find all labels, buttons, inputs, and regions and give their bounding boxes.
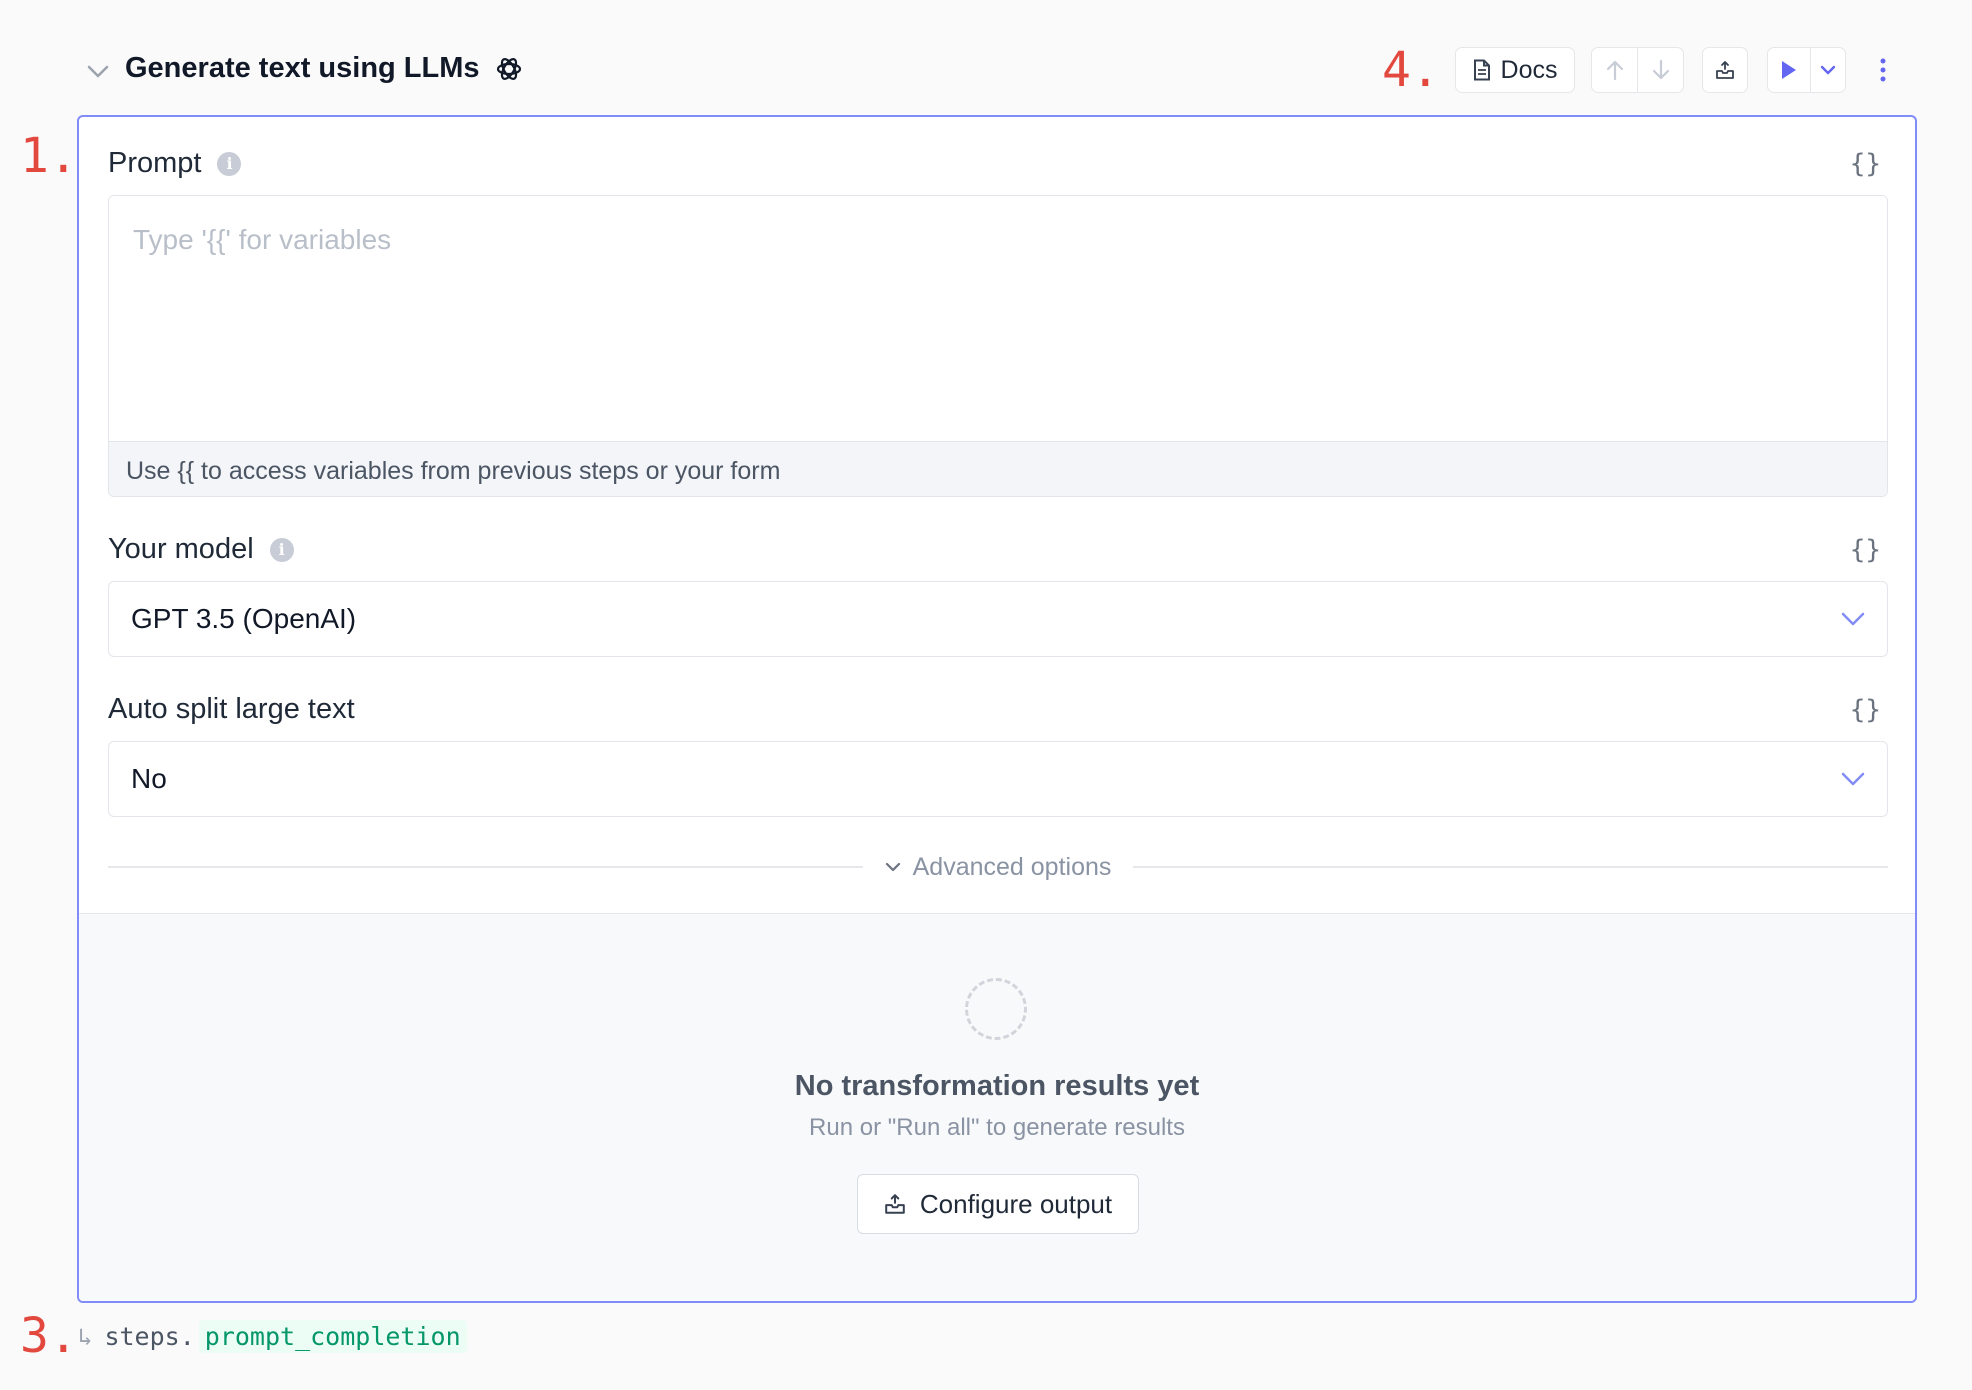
info-icon[interactable]: i (217, 151, 242, 176)
run-step-group (1767, 47, 1846, 93)
play-icon (1782, 61, 1797, 79)
advanced-options-row: Advanced options (108, 851, 1889, 883)
arrow-up-icon (1606, 60, 1623, 81)
step-title: Generate text using LLMs (125, 52, 480, 84)
export-output-button[interactable] (1702, 47, 1748, 93)
chevron-down-icon (87, 65, 109, 78)
docs-button[interactable]: Docs (1455, 47, 1575, 93)
move-up-button[interactable] (1592, 48, 1637, 92)
chevron-down-icon (1820, 65, 1836, 75)
auto-split-selected-value: No (131, 763, 167, 794)
results-panel: No transformation results yet Run or "Ru… (79, 913, 1915, 1301)
annotation-1: 1. (20, 128, 78, 184)
kebab-menu-icon (1880, 58, 1886, 82)
export-tray-icon (1716, 61, 1734, 79)
model-select[interactable]: GPT 3.5 (OpenAI) (108, 581, 1888, 657)
annotation-4: 4. (1382, 42, 1440, 98)
arrow-down-icon (1652, 59, 1669, 80)
auto-split-select[interactable]: No (108, 741, 1888, 817)
advanced-options-label: Advanced options (912, 852, 1112, 881)
model-selected-value: GPT 3.5 (OpenAI) (131, 603, 357, 634)
advanced-options-toggle[interactable]: Advanced options (863, 853, 1134, 882)
auto-split-variables-button[interactable]: {} (1850, 695, 1881, 725)
configure-output-label: Configure output (919, 1188, 1113, 1219)
prompt-editor: Use {{ to access variables from previous… (108, 195, 1888, 497)
move-step-group (1591, 47, 1684, 93)
run-options-dropdown[interactable] (1810, 48, 1845, 92)
empty-state-subtitle: Run or "Run all" to generate results (809, 1114, 1185, 1141)
divider (108, 866, 863, 868)
configure-output-button[interactable]: Configure output (857, 1174, 1139, 1234)
prompt-label-row: Prompt i (108, 147, 242, 180)
prompt-variables-button[interactable]: {} (1850, 149, 1881, 179)
step-card: Prompt i {} Use {{ to access variables f… (77, 115, 1917, 1303)
openai-logo-icon (496, 58, 522, 80)
chevron-down-icon (1841, 612, 1865, 626)
output-key[interactable]: prompt_completion (198, 1320, 467, 1353)
info-icon[interactable]: i (269, 537, 294, 562)
empty-state-icon (965, 978, 1027, 1040)
chevron-down-icon (1841, 772, 1865, 786)
model-variables-button[interactable]: {} (1850, 535, 1881, 565)
run-step-button[interactable] (1768, 48, 1810, 92)
empty-state-title: No transformation results yet (794, 1070, 1200, 1102)
chevron-down-icon (885, 862, 900, 872)
annotation-3: 3. (20, 1308, 78, 1364)
docs-label: Docs (1500, 55, 1558, 84)
model-label: Your model (108, 533, 254, 565)
move-down-button[interactable] (1637, 48, 1683, 92)
auto-split-label-row: Auto split large text (108, 693, 355, 726)
output-prefix: steps. (104, 1322, 195, 1351)
export-tray-icon (885, 1194, 905, 1214)
auto-split-label: Auto split large text (108, 693, 355, 725)
prompt-label: Prompt (108, 147, 202, 179)
more-options-button[interactable] (1870, 52, 1896, 88)
prompt-input[interactable] (109, 196, 1887, 436)
prompt-hint: Use {{ to access variables from previous… (109, 441, 1887, 496)
output-variable-path: ↳ steps. prompt_completion (78, 1320, 467, 1353)
return-arrow-icon: ↳ (78, 1322, 93, 1351)
collapse-step-button[interactable] (84, 58, 112, 86)
document-icon (1473, 59, 1490, 81)
divider (1133, 866, 1889, 868)
model-label-row: Your model i (108, 533, 294, 566)
